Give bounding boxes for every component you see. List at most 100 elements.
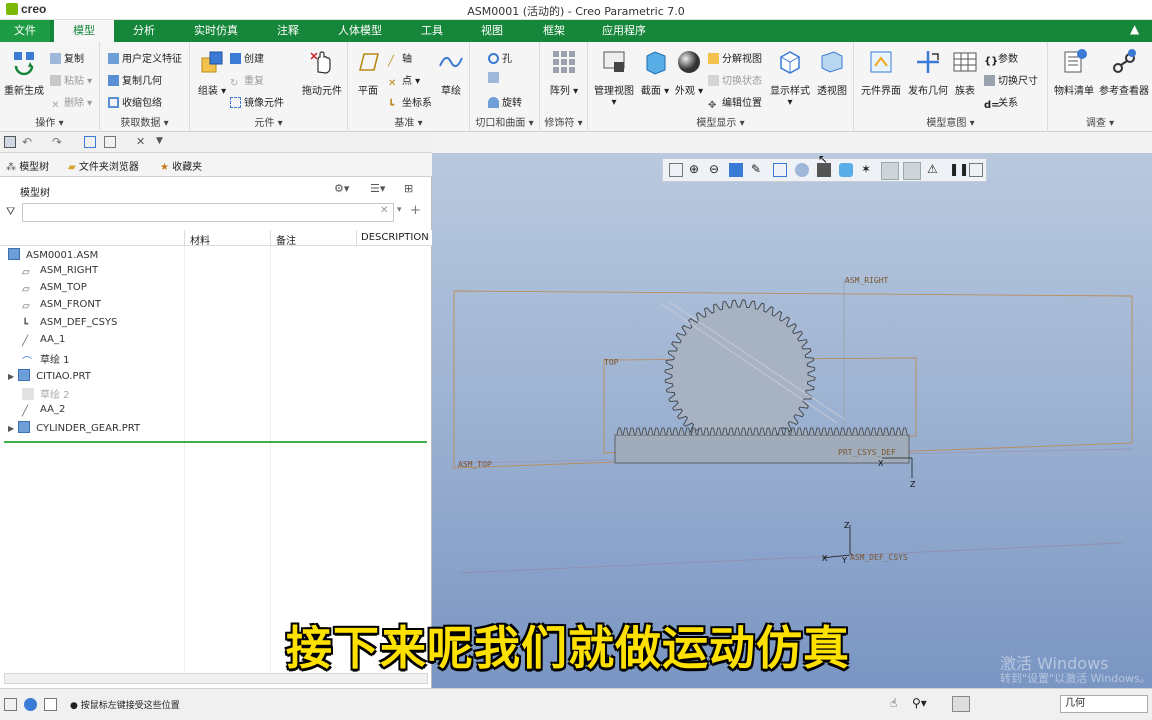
tree-item-asm-top[interactable]: ▱ ASM_TOP: [22, 282, 87, 299]
tree-columns-icon[interactable]: ⊞: [404, 182, 413, 195]
extrude-button[interactable]: [488, 72, 502, 84]
menu-tools[interactable]: 工具: [410, 20, 454, 42]
publish-geometry-button[interactable]: 发布几何: [906, 48, 950, 97]
menu-file[interactable]: 文件: [0, 20, 50, 42]
graphics-viewport[interactable]: ASM_RIGHT TOP ASM_TOP PRT_CSYS_DEF ASM_D…: [432, 153, 1152, 688]
copy-button[interactable]: 复制: [50, 50, 84, 65]
menu-analysis[interactable]: 分析: [118, 20, 170, 42]
annotations-icon[interactable]: ⚠: [927, 162, 938, 176]
axis-button[interactable]: ╱ 轴: [388, 50, 412, 67]
fullscreen-icon[interactable]: [44, 698, 57, 711]
column-description[interactable]: DESCRIPTION: [361, 232, 429, 243]
more-view-icon[interactable]: [969, 163, 983, 177]
paste-button[interactable]: 粘贴 ▾: [50, 72, 92, 87]
reference-viewer-button[interactable]: 参考查看器: [1098, 48, 1150, 97]
assemble-button[interactable]: 组装 ▾: [194, 48, 230, 97]
selected-items-icon[interactable]: [952, 696, 970, 712]
menu-annotate[interactable]: 注释: [264, 20, 312, 42]
spin-center-icon[interactable]: [903, 162, 921, 180]
drag-components-button[interactable]: 拖动元件: [298, 48, 346, 97]
bom-button[interactable]: 物料清单: [1050, 48, 1098, 97]
relations-button[interactable]: d=关系: [984, 94, 1018, 111]
explode-view-button[interactable]: 分解视图: [708, 50, 762, 65]
display-style-button[interactable]: 显示样式 ▾: [768, 48, 812, 108]
component-interface-button[interactable]: 元件界面: [856, 48, 906, 97]
tree-item-asm0001[interactable]: ASM0001.ASM: [8, 248, 98, 265]
udf-button[interactable]: 用户定义特征: [108, 50, 182, 65]
customize-qat-icon[interactable]: ▼: [156, 136, 163, 146]
toggle-state-button[interactable]: 切换状态: [708, 72, 762, 87]
add-filter-icon[interactable]: +: [410, 203, 421, 218]
saved-orientations-icon[interactable]: [773, 163, 787, 177]
clear-search-icon[interactable]: ✕: [380, 205, 388, 216]
tree-item-citiao[interactable]: ▶ CITIAO.PRT: [8, 369, 91, 386]
annotation-display-icon[interactable]: [881, 162, 899, 180]
tree-item-asm-right[interactable]: ▱ ASM_RIGHT: [22, 265, 98, 282]
regenerate-small-icon[interactable]: [84, 136, 96, 148]
tree-item-sketch2[interactable]: 草绘 2: [22, 386, 70, 403]
family-table-button[interactable]: 族表: [950, 48, 980, 97]
manage-views-button[interactable]: 管理视图 ▾: [590, 48, 638, 108]
edit-position-button[interactable]: ✥ 编辑位置: [708, 94, 762, 111]
menu-applications[interactable]: 应用程序: [590, 20, 658, 42]
tab-favorites[interactable]: ★ 收藏夹: [160, 158, 202, 173]
close-window-icon[interactable]: ✕: [136, 135, 145, 148]
tree-show-icon[interactable]: ☰▾: [370, 182, 385, 195]
datum-display-icon[interactable]: ✶: [861, 162, 871, 176]
tree-search-input[interactable]: [22, 203, 394, 222]
menu-framework[interactable]: 框架: [530, 20, 578, 42]
tree-item-asm-front[interactable]: ▱ ASM_FRONT: [22, 299, 101, 316]
tab-folder-browser[interactable]: ▰ 文件夹浏览器: [68, 158, 139, 173]
zoom-in-icon[interactable]: ⊕: [689, 162, 699, 176]
reorient-icon[interactable]: ✎: [751, 162, 761, 176]
column-notes[interactable]: 备注: [276, 232, 296, 247]
tree-item-cylinder-gear[interactable]: ▶ CYLINDER_GEAR.PRT: [8, 421, 140, 438]
display-style-small-icon[interactable]: [795, 163, 809, 177]
plane-button[interactable]: 平面: [350, 48, 386, 97]
tree-item-aa1[interactable]: ╱ AA_1: [22, 334, 65, 351]
browser-icon[interactable]: [24, 698, 37, 711]
create-component-button[interactable]: 创建: [230, 50, 264, 65]
csys-button[interactable]: ┗ 坐标系: [388, 94, 432, 111]
insert-indicator[interactable]: [4, 441, 427, 443]
mirror-component-button[interactable]: 镜像元件: [230, 94, 284, 109]
appearance-button[interactable]: 外观 ▾: [672, 48, 706, 97]
find-icon[interactable]: ⚲▾: [912, 696, 927, 710]
revolve-button[interactable]: 旋转: [488, 94, 522, 109]
tree-item-aa2[interactable]: ╱ AA_2: [22, 404, 65, 421]
shrinkwrap-button[interactable]: 收缩包络: [108, 94, 162, 109]
perspective-small-icon[interactable]: [839, 163, 853, 177]
hole-button[interactable]: 孔: [488, 50, 512, 65]
pattern-button[interactable]: 阵列 ▾: [546, 48, 582, 97]
tree-item-sketch1[interactable]: ⌒ 草绘 1: [22, 351, 70, 368]
sketch-button[interactable]: 草绘: [434, 48, 468, 97]
search-dropdown-icon[interactable]: ▾: [397, 205, 402, 215]
toggle-dimensions-button[interactable]: 切换尺寸: [984, 72, 1038, 87]
selection-filter-dropdown[interactable]: 几何: [1060, 695, 1148, 713]
menu-model[interactable]: 模型: [54, 20, 114, 42]
repeat-button[interactable]: ↻ 重复: [230, 72, 264, 89]
zoom-out-icon[interactable]: ⊖: [709, 162, 719, 176]
windows-icon[interactable]: [104, 136, 116, 148]
copy-geometry-button[interactable]: 复制几何: [108, 72, 162, 87]
save-icon[interactable]: [4, 136, 16, 148]
filter-icon[interactable]: ⛛: [6, 205, 15, 219]
regenerate-button[interactable]: 重新生成: [2, 48, 46, 97]
column-material[interactable]: 材料: [190, 232, 210, 247]
selection-mode-icon[interactable]: ☝: [890, 696, 897, 710]
menu-live-simulation[interactable]: 实时仿真: [184, 20, 248, 42]
tree-item-asm-def-csys[interactable]: ┗ ASM_DEF_CSYS: [22, 317, 117, 334]
pause-icon[interactable]: ❚❚: [949, 162, 969, 176]
point-button[interactable]: ✕ 点 ▾: [388, 72, 420, 89]
refit-icon[interactable]: [669, 163, 683, 177]
expand-icon[interactable]: ▶: [8, 372, 14, 381]
tab-model-tree[interactable]: ⁂ 模型树: [6, 158, 49, 173]
menu-manikin[interactable]: 人体模型: [326, 20, 394, 42]
expand-icon[interactable]: ▶: [8, 424, 14, 433]
toggle-navigator-icon[interactable]: [4, 698, 17, 711]
delete-button[interactable]: ✕ 删除 ▾: [50, 94, 92, 111]
redo-icon[interactable]: ↷: [52, 135, 62, 149]
menu-view[interactable]: 视图: [470, 20, 514, 42]
perspective-button[interactable]: 透视图: [812, 48, 852, 97]
collapse-ribbon-icon[interactable]: ▲: [1130, 22, 1139, 36]
